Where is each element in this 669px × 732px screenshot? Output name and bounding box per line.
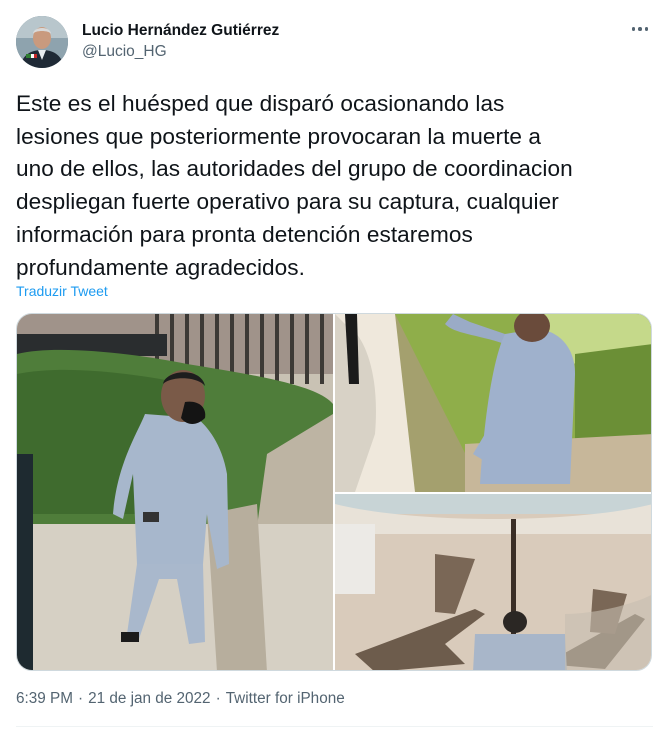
display-name[interactable]: Lucio Hernández Gutiérrez xyxy=(82,20,279,42)
author-block: Lucio Hernández Gutiérrez @Lucio_HG xyxy=(82,20,279,62)
media-grid xyxy=(16,313,652,671)
tweet-metadata: 6:39 PM · 21 de jan de 2022 · Twitter for iP… xyxy=(16,690,345,708)
more-dot xyxy=(638,27,642,31)
photo-man-walking[interactable] xyxy=(17,314,333,670)
tweet-date[interactable]: 21 de jan de 2022 xyxy=(88,690,211,707)
tweet-time[interactable]: 6:39 PM xyxy=(16,690,73,707)
translate-tweet-link[interactable]: Traduzir Tweet xyxy=(16,283,108,299)
tweet: Lucio Hernández Gutiérrez @Lucio_HG Este… xyxy=(0,0,669,732)
photo-poolside-lounge[interactable] xyxy=(335,494,651,670)
more-options-button[interactable] xyxy=(627,18,653,40)
handle[interactable]: @Lucio_HG xyxy=(82,42,279,62)
tweet-source[interactable]: Twitter for iPhone xyxy=(226,690,345,707)
photo-man-pointing[interactable] xyxy=(335,314,651,492)
tweet-text: Este es el huésped que disparó ocasionan… xyxy=(16,91,573,280)
avatar[interactable] xyxy=(16,16,68,68)
divider xyxy=(16,726,653,727)
more-dot xyxy=(644,27,649,31)
meta-separator: · xyxy=(215,690,221,707)
meta-separator: · xyxy=(77,690,84,707)
more-dot xyxy=(631,27,636,31)
